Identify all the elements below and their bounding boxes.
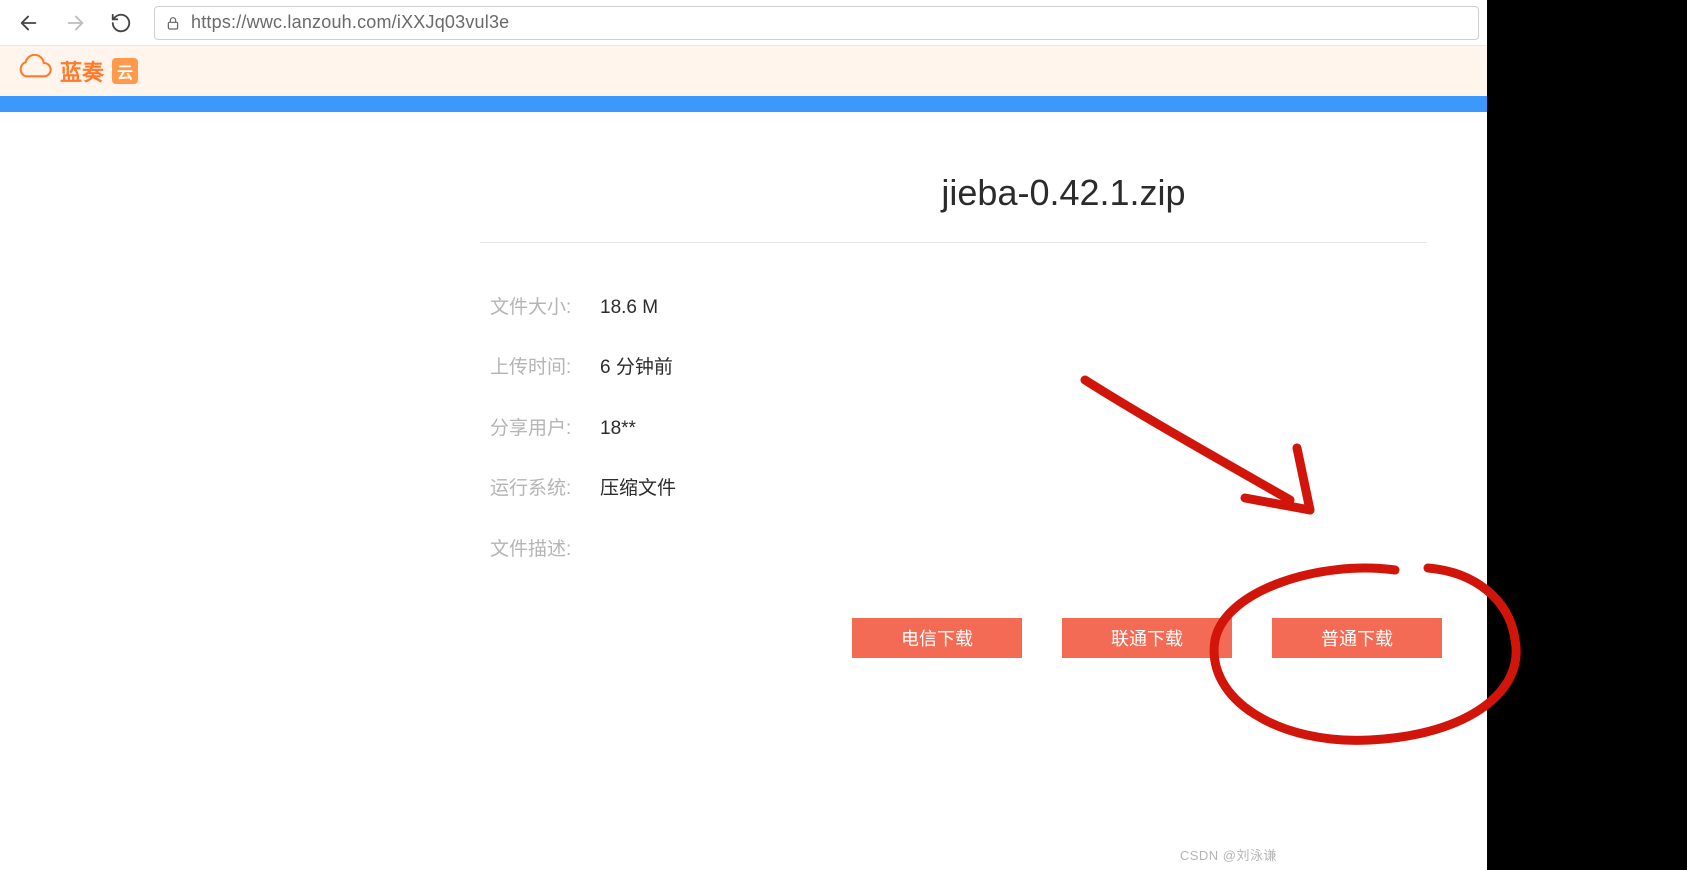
- meta-row-user: 分享用户: 18**: [490, 414, 1487, 444]
- meta-label: 运行系统:: [490, 474, 600, 504]
- file-title: jieba-0.42.1.zip: [941, 172, 1185, 214]
- meta-label: 分享用户:: [490, 414, 600, 444]
- meta-value: 18.6 M: [600, 293, 658, 323]
- address-bar[interactable]: https://wwc.lanzouh.com/iXXJq03vul3e: [154, 6, 1479, 40]
- back-button[interactable]: [8, 3, 50, 43]
- meta-value: 18**: [600, 414, 636, 444]
- download-buttons: 电信下载 联通下载 普通下载: [852, 618, 1442, 658]
- brand-bar: 蓝奏 云: [0, 46, 1487, 96]
- brand-name: 蓝奏: [60, 55, 104, 87]
- refresh-button[interactable]: [100, 3, 142, 43]
- brand-badge: 云: [112, 58, 138, 84]
- download-normal-button[interactable]: 普通下载: [1272, 618, 1442, 658]
- meta-row-os: 运行系统: 压缩文件: [490, 474, 1487, 504]
- divider: [480, 242, 1427, 243]
- download-telecom-button[interactable]: 电信下载: [852, 618, 1022, 658]
- blue-strip: [0, 96, 1487, 112]
- meta-label: 上传时间:: [490, 353, 600, 383]
- watermark: CSDN @刘泳谦: [1180, 845, 1277, 864]
- file-meta: 文件大小: 18.6 M 上传时间: 6 分钟前 分享用户: 18** 运行系统…: [490, 293, 1487, 565]
- cloud-icon: [14, 54, 54, 88]
- arrow-right-icon: [64, 12, 86, 34]
- meta-row-time: 上传时间: 6 分钟前: [490, 353, 1487, 383]
- arrow-left-icon: [18, 12, 40, 34]
- meta-label: 文件大小:: [490, 293, 600, 323]
- lock-icon: [165, 15, 181, 31]
- browser-toolbar: https://wwc.lanzouh.com/iXXJq03vul3e: [0, 0, 1487, 46]
- meta-row-desc: 文件描述:: [490, 535, 1487, 565]
- brand-logo[interactable]: 蓝奏 云: [14, 54, 138, 88]
- meta-value: 压缩文件: [600, 474, 676, 504]
- forward-button[interactable]: [54, 3, 96, 43]
- download-unicom-button[interactable]: 联通下载: [1062, 618, 1232, 658]
- refresh-icon: [110, 12, 132, 34]
- meta-value: 6 分钟前: [600, 353, 673, 383]
- meta-row-size: 文件大小: 18.6 M: [490, 293, 1487, 323]
- url-text: https://wwc.lanzouh.com/iXXJq03vul3e: [191, 12, 509, 33]
- blackout-letterbox: [1487, 0, 1687, 870]
- meta-label: 文件描述:: [490, 535, 600, 565]
